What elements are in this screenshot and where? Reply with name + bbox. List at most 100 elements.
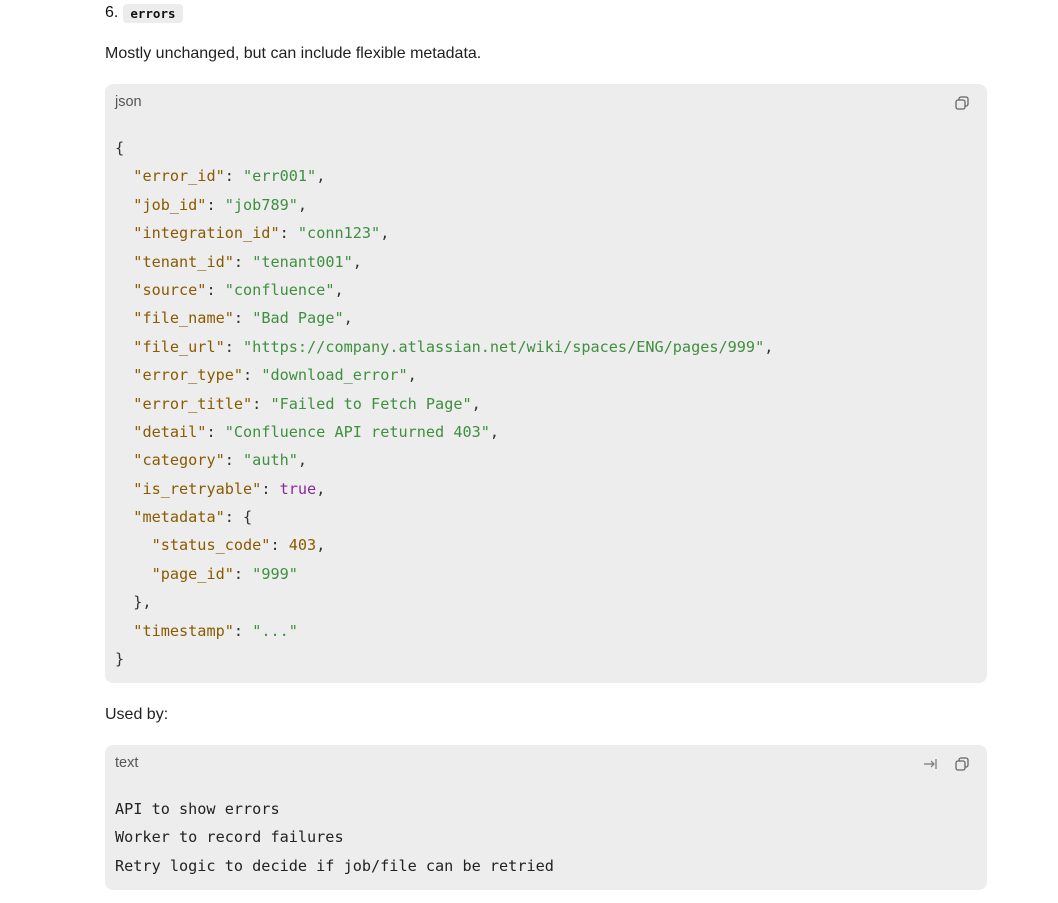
json-code: { "error_id": "err001", "job_id": "job78…	[115, 134, 773, 673]
code-token: }	[115, 650, 125, 669]
code-line: "file_url": "https://company.atlassian.n…	[115, 333, 773, 361]
code-token: "job_id"	[133, 195, 207, 214]
code-token: :	[233, 309, 253, 328]
code-token: ,	[380, 224, 390, 243]
code-token: :	[224, 337, 244, 356]
code-token: {	[115, 139, 125, 157]
code-line: "file_name": "Bad Page",	[115, 304, 773, 332]
code-token: "category"	[133, 451, 225, 470]
code-token: "page_id"	[151, 564, 234, 583]
code-token: :	[233, 252, 253, 271]
code-token: :	[206, 422, 225, 441]
code-line: "timestamp": "..."	[115, 617, 773, 645]
code-token: :	[206, 280, 225, 299]
code-token: 403	[288, 536, 317, 555]
code-token: :	[206, 195, 225, 214]
code-token: ,	[471, 394, 481, 413]
code-language-label: text	[115, 755, 139, 771]
copy-icon	[955, 96, 969, 110]
code-token: "Failed to Fetch Page"	[270, 394, 472, 413]
code-token: "detail"	[133, 422, 207, 441]
wrap-button[interactable]	[921, 755, 939, 773]
code-line: "page_id": "999"	[115, 560, 773, 588]
code-token: ,	[316, 479, 326, 498]
copy-icon	[955, 757, 969, 771]
code-line: "status_code": 403,	[115, 531, 773, 559]
code-token: "error_id"	[133, 167, 225, 186]
code-token: "confluence"	[224, 280, 335, 299]
copy-button[interactable]	[953, 755, 971, 773]
code-token: :	[270, 536, 289, 555]
text-code-block: text API to show errors Worker to record …	[105, 745, 987, 890]
code-line: "source": "confluence",	[115, 276, 773, 304]
text-line: Worker to record failures	[115, 828, 344, 847]
code-line: "error_id": "err001",	[115, 162, 773, 190]
code-token: "https://company.atlassian.net/wiki/spac…	[243, 337, 765, 356]
code-line: "error_title": "Failed to Fetch Page",	[115, 390, 773, 418]
code-token: ,	[334, 280, 344, 299]
code-language-label: json	[115, 94, 142, 110]
section-description: Mostly unchanged, but can include flexib…	[105, 45, 482, 62]
section-heading: 6. errors	[105, 2, 183, 24]
text-line: API to show errors	[115, 800, 280, 818]
section-name-code: errors	[123, 3, 183, 23]
code-token: "integration_id"	[133, 224, 280, 243]
code-token: ,	[764, 337, 774, 356]
code-token: "auth"	[243, 451, 298, 470]
code-token: :	[233, 564, 253, 583]
code-token: : {	[224, 508, 253, 527]
code-token: },	[115, 593, 152, 612]
code-token: "..."	[252, 621, 298, 640]
code-token: "err001"	[243, 167, 317, 186]
code-token: "timestamp"	[133, 621, 234, 640]
code-token: ,	[489, 422, 500, 441]
code-token: "job789"	[224, 195, 298, 214]
code-token: ,	[343, 309, 353, 328]
code-token: :	[261, 479, 280, 498]
code-token: ,	[352, 252, 362, 271]
code-token: "999"	[252, 564, 298, 583]
code-token: :	[224, 167, 244, 186]
code-token: :	[279, 224, 298, 243]
wrap-arrow-icon	[924, 759, 937, 769]
used-by-label: Used by:	[105, 706, 169, 723]
code-line: "detail": "Confluence API returned 403",	[115, 418, 773, 446]
code-line: "job_id": "job789",	[115, 191, 773, 219]
code-token: :	[243, 366, 262, 385]
code-token: "download_error"	[261, 366, 408, 385]
code-token: :	[224, 451, 244, 470]
code-token: "conn123"	[297, 224, 381, 243]
code-token: "status_code"	[151, 536, 271, 555]
code-line: "is_retryable": true,	[115, 475, 773, 503]
code-token: ,	[297, 195, 308, 214]
section-number: 6.	[105, 4, 119, 21]
code-token: "file_url"	[133, 337, 225, 356]
code-token: "Confluence API returned 403"	[224, 422, 490, 441]
code-token: "tenant001"	[252, 252, 353, 271]
copy-button[interactable]	[953, 94, 971, 112]
code-token: ,	[316, 536, 326, 555]
code-token: ,	[297, 451, 308, 470]
text-line: Retry logic to decide if job/file can be…	[115, 856, 554, 875]
code-token: "file_name"	[133, 309, 234, 328]
code-token: ,	[316, 167, 326, 186]
code-line: "metadata": {	[115, 503, 773, 531]
code-token: "is_retryable"	[133, 479, 262, 498]
code-token: :	[252, 394, 271, 413]
text-code: API to show errors Worker to record failu…	[115, 795, 554, 880]
json-code-block: json { "error_id": "err001", "job_id": "…	[105, 84, 987, 683]
